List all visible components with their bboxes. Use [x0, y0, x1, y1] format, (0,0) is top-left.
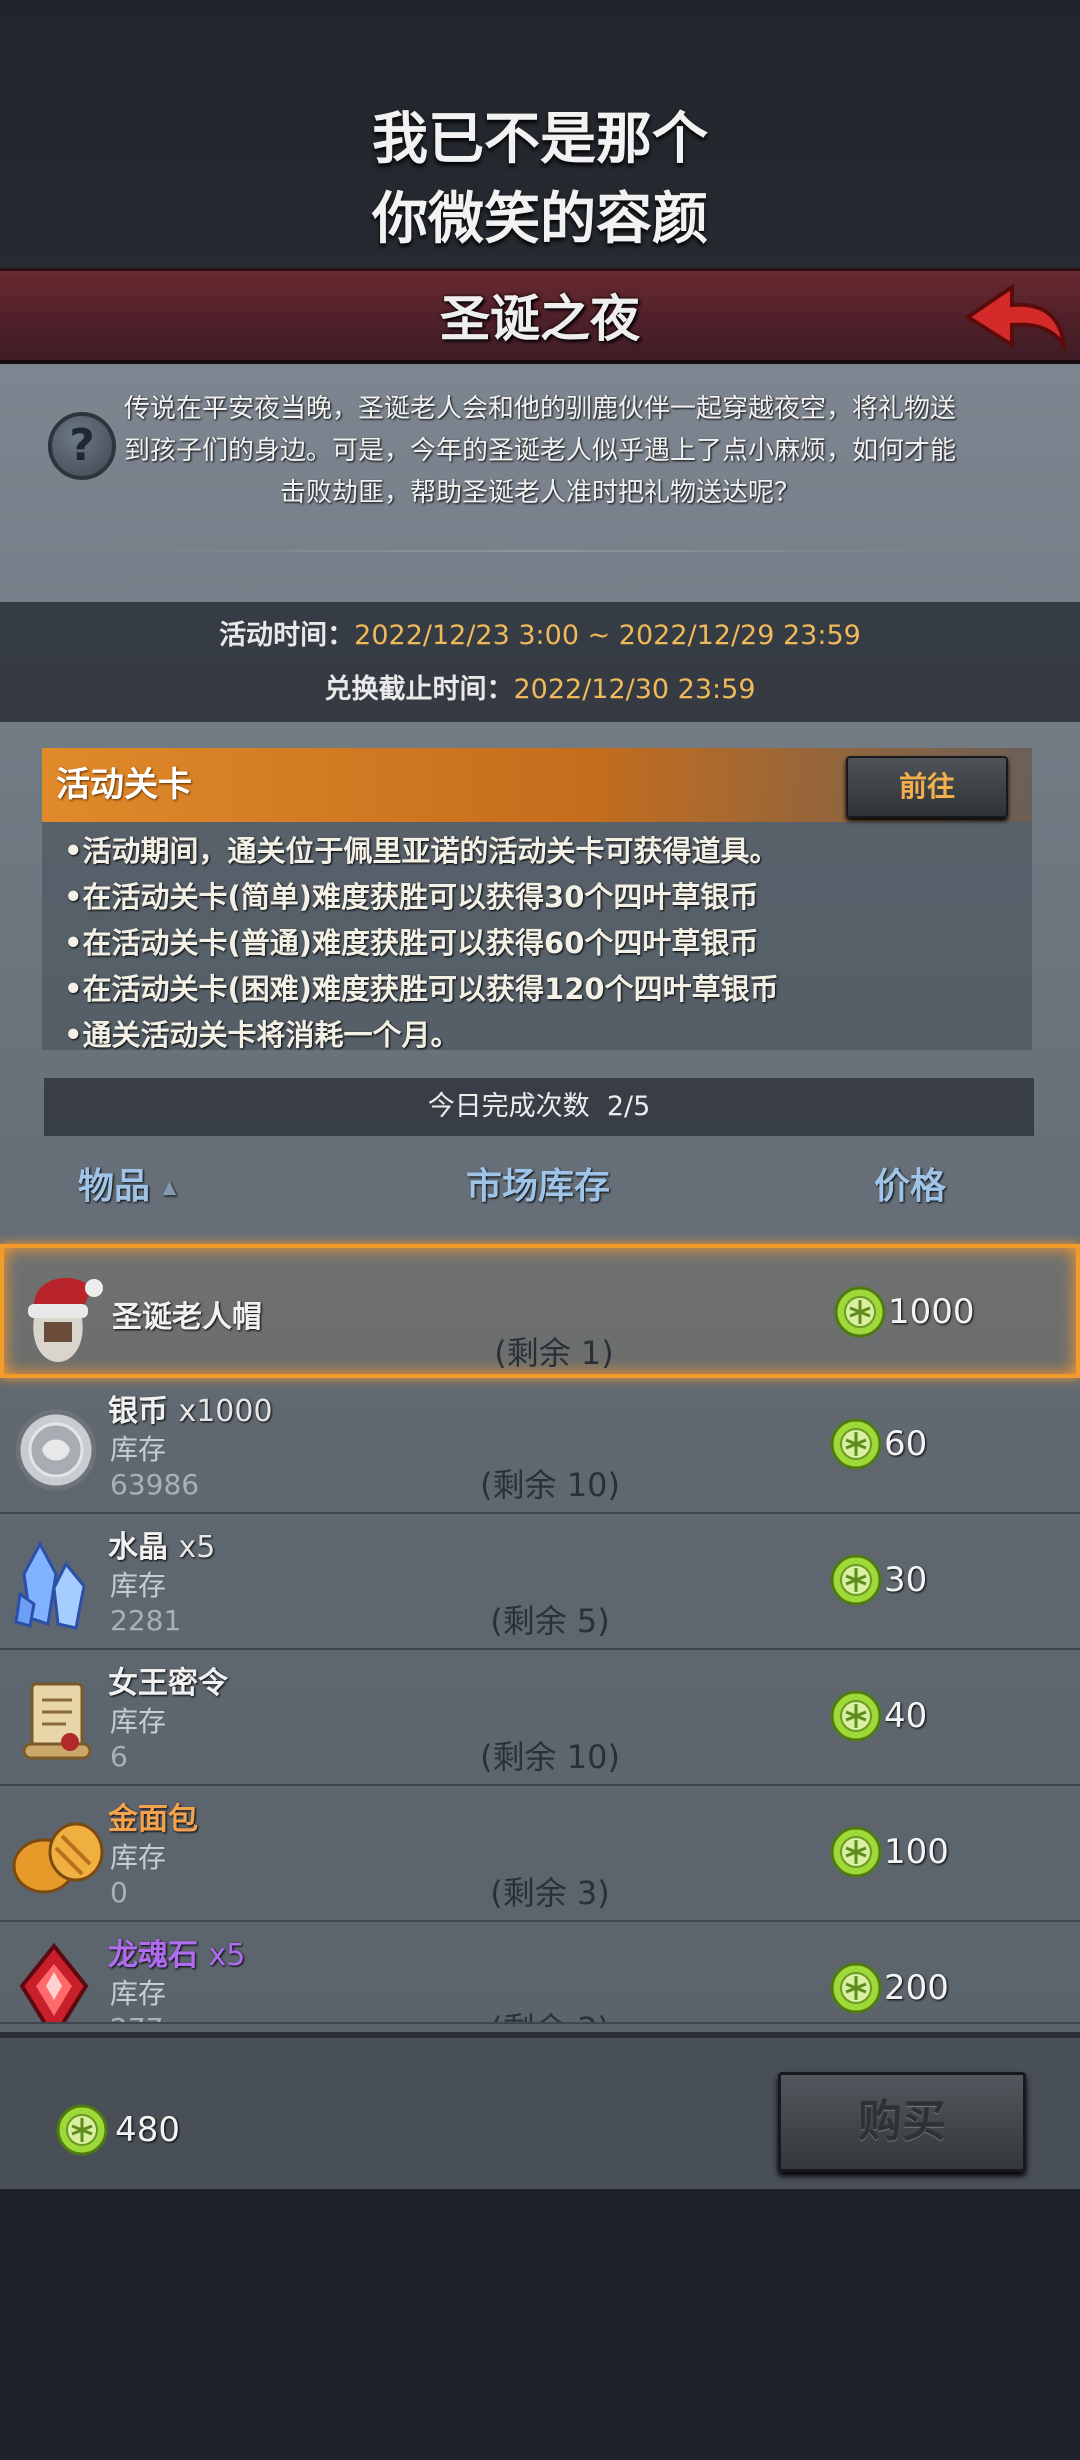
event-time-label: 活动时间： [219, 620, 355, 651]
clover-coin-icon [830, 1826, 882, 1878]
market-remaining: (剩余 10) [480, 1738, 620, 1776]
exchange-deadline-row: 兑换截止时间：2022/12/30 23:59 [0, 670, 1080, 710]
caption-line-1: 我已不是那个 [372, 107, 708, 172]
time-box: 活动时间：2022/12/23 3:00 ~ 2022/12/29 23:59 … [0, 602, 1080, 722]
event-description: 传说在平安夜当晚，圣诞老人会和他的驯鹿伙伴一起穿越夜空，将礼物送到孩子们的身边。… [123, 394, 956, 508]
shop-row-dragon-soul-stone[interactable]: 龙魂石 x5 库存 277 (剩余 3) 200 [0, 1924, 1080, 2024]
item-name: 水晶 x5 [108, 1530, 216, 1565]
market-remaining: (剩余 10) [480, 1466, 620, 1504]
event-panel: ? 传说在平安夜当晚，圣诞老人会和他的驯鹿伙伴一起穿越夜空，将礼物送到孩子们的身… [0, 364, 1080, 2189]
shop-row-crystal[interactable]: 水晶 x5 库存 2281 (剩余 5) 30 [0, 1516, 1080, 1650]
market-remaining: (剩余 1) [494, 1334, 614, 1372]
stock-label: 库存 [110, 1569, 167, 1602]
stage-rules: •活动期间，通关位于佩里亚诺的活动关卡可获得道具。 •在活动关卡(简单)难度获胜… [64, 828, 1014, 1058]
stock-value: 0 [110, 1876, 128, 1909]
event-title-bar: 圣诞之夜 [0, 268, 1080, 364]
shop-row-silver-coin[interactable]: 银币 x1000 库存 63986 (剩余 10) 60 [0, 1380, 1080, 1514]
stage-rule: •通关活动关卡将消耗一个月。 [64, 1018, 460, 1052]
buy-button[interactable]: 购买 [778, 2072, 1026, 2172]
stage-title: 活动关卡 [56, 765, 192, 805]
clover-coin-icon [830, 1554, 882, 1606]
go-button[interactable]: 前往 [846, 756, 1008, 818]
bread-icon [12, 1822, 104, 1894]
item-price: 200 [830, 1962, 1050, 2022]
column-header-stock[interactable]: 市场库存 [466, 1154, 610, 1220]
item-price: 1000 [834, 1286, 1054, 1346]
stock-value: 2281 [110, 1604, 182, 1637]
stock-label: 库存 [110, 1841, 167, 1874]
item-name: 金面包 [108, 1802, 198, 1837]
wallet-amount: 480 [115, 2110, 180, 2150]
market-remaining: (剩余 3) [430, 2004, 670, 2022]
market-remaining: (剩余 5) [490, 1602, 610, 1640]
stock-label: 库存 [110, 1433, 167, 1466]
item-price: 100 [830, 1826, 1050, 1886]
clover-coin-icon [830, 1690, 882, 1742]
shop-row-queen-order[interactable]: 女王密令 库存 6 (剩余 10) 40 [0, 1652, 1080, 1786]
stage-rule: •在活动关卡(困难)难度获胜可以获得120个四叶草银币 [64, 972, 779, 1006]
page-title: 圣诞之夜 [440, 290, 640, 348]
stage-header: 活动关卡 前往 [42, 748, 1032, 822]
stage-rule: •在活动关卡(简单)难度获胜可以获得30个四叶草银币 [64, 880, 759, 914]
stock-label: 库存 [110, 1705, 167, 1738]
item-name: 龙魂石 x5 [108, 1938, 246, 1973]
divider [120, 550, 960, 552]
purchase-bar: 480 购买 [0, 2032, 1080, 2189]
stage-rule: •在活动关卡(普通)难度获胜可以获得60个四叶草银币 [64, 926, 759, 960]
today-completion: 今日完成次数 2/5 [44, 1078, 1034, 1136]
today-label: 今日完成次数 [427, 1091, 590, 1122]
crystal-icon [14, 1540, 86, 1630]
wallet-balance: 480 [56, 2104, 180, 2156]
item-name: 女王密令 [108, 1666, 228, 1701]
exchange-deadline-value: 2022/12/30 23:59 [513, 674, 756, 705]
item-price: 30 [830, 1554, 1050, 1614]
shop-row-santa-hat[interactable]: 圣诞老人帽 (剩余 1) 1000 [0, 1244, 1080, 1378]
bottom-backdrop [0, 2189, 1080, 2460]
back-button[interactable] [960, 279, 1070, 359]
clover-coin-icon [834, 1286, 886, 1338]
clover-coin-icon [830, 1418, 882, 1470]
back-arrow-icon [964, 283, 1067, 353]
item-name: 圣诞老人帽 [112, 1300, 262, 1335]
caption-line-2: 你微笑的容颜 [372, 187, 708, 252]
market-remaining: (剩余 3) [490, 1874, 610, 1912]
stock-value: 63986 [110, 1468, 200, 1501]
stock-value: 6 [110, 1740, 128, 1773]
exchange-deadline-label: 兑换截止时间： [324, 674, 514, 705]
column-header-price[interactable]: 价格 [874, 1154, 946, 1220]
item-price: 60 [830, 1418, 1050, 1478]
clover-coin-icon [830, 1962, 882, 2014]
stage-rule: •活动期间，通关位于佩里亚诺的活动关卡可获得道具。 [64, 834, 779, 868]
item-price: 40 [830, 1690, 1050, 1750]
help-icon[interactable]: ? [48, 412, 116, 480]
item-name: 银币 x1000 [108, 1394, 273, 1429]
event-time-value: 2022/12/23 3:00 ~ 2022/12/29 23:59 [354, 620, 861, 651]
stock-label: 库存 [110, 1977, 167, 2010]
today-value: 2/5 [606, 1091, 651, 1122]
shop-row-golden-bread[interactable]: 金面包 库存 0 (剩余 3) 100 [0, 1788, 1080, 1922]
silver-coin-icon [15, 1409, 97, 1491]
column-header-item[interactable]: 物品 ▲ [78, 1154, 176, 1220]
scroll-icon [22, 1682, 92, 1760]
event-stage-section: 活动关卡 前往 •活动期间，通关位于佩里亚诺的活动关卡可获得道具。 •在活动关卡… [42, 748, 1032, 1052]
stock-value: 277 [110, 2012, 163, 2022]
event-time-row: 活动时间：2022/12/23 3:00 ~ 2022/12/29 23:59 [0, 616, 1080, 656]
column-item-label: 物品 [78, 1166, 151, 1207]
dragon-soul-stone-icon [19, 1942, 89, 2022]
santa-hat-icon [28, 1277, 103, 1362]
sort-arrow-icon: ▲ [162, 1177, 177, 1198]
subtitle-caption: 我已不是那个 你微笑的容颜 [0, 100, 1080, 260]
clover-coin-icon [56, 2104, 108, 2156]
